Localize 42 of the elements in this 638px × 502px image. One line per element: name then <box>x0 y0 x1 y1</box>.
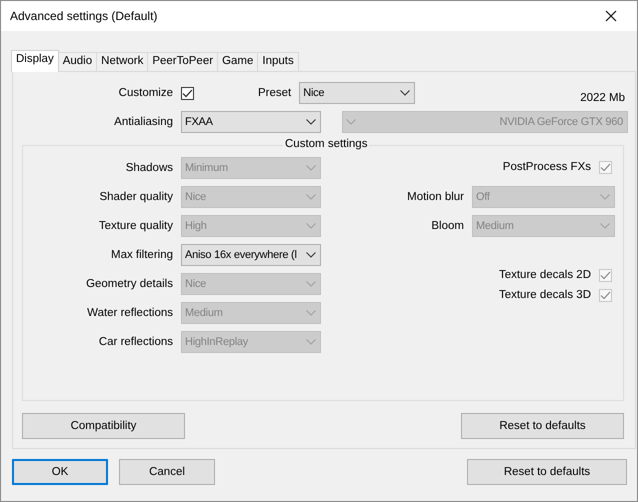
chevron-down-icon <box>306 119 316 125</box>
chevron-down-icon <box>306 194 316 200</box>
window-title: Advanced settings (Default) <box>10 9 158 23</box>
label: Motion blur <box>407 191 464 203</box>
label: PostProcess FXs <box>502 161 591 173</box>
button[interactable]: Reset to defaults <box>467 459 627 485</box>
label: Max filtering <box>110 249 173 261</box>
checkbox[interactable] <box>181 86 194 100</box>
label: Customize <box>118 87 173 99</box>
chevron-down-icon <box>600 194 610 200</box>
dropdown[interactable]: Aniso 16x everywhere (l <box>181 244 321 266</box>
group-title: Custom settings <box>283 138 370 150</box>
chevron-down-icon <box>306 165 316 171</box>
dropdown[interactable]: Nice <box>299 82 416 104</box>
label: Geometry details <box>85 278 173 290</box>
label: Texture decals 2D <box>498 269 591 281</box>
tab[interactable]: Inputs <box>257 52 299 71</box>
chevron-down-icon <box>306 223 316 229</box>
label: Shader quality <box>98 191 173 203</box>
label: Texture decals 3D <box>498 289 591 301</box>
button[interactable]: Reset to defaults <box>461 413 624 439</box>
chevron-down-icon <box>306 310 316 316</box>
label: Shadows <box>124 162 173 174</box>
label: Texture quality <box>98 220 173 232</box>
label: Car reflections <box>98 336 173 348</box>
chevron-down-icon <box>306 339 316 345</box>
label: Preset <box>258 87 292 99</box>
button[interactable]: Compatibility <box>22 413 185 439</box>
tab[interactable]: Display <box>11 50 59 72</box>
chevron-down-icon <box>306 252 316 258</box>
chevron-down-icon <box>346 119 356 125</box>
chevron-down-icon <box>600 223 610 229</box>
memory-text: 2022 Mb <box>580 92 625 104</box>
close-icon[interactable] <box>605 10 617 22</box>
label: Water reflections <box>86 307 173 319</box>
chevron-down-icon <box>400 90 410 96</box>
label: Antialiasing <box>113 116 173 128</box>
button[interactable]: Cancel <box>119 459 215 485</box>
chevron-down-icon <box>306 281 316 287</box>
label: Bloom <box>431 220 464 232</box>
button[interactable]: OK <box>12 459 108 485</box>
dropdown[interactable]: FXAA <box>181 111 321 133</box>
